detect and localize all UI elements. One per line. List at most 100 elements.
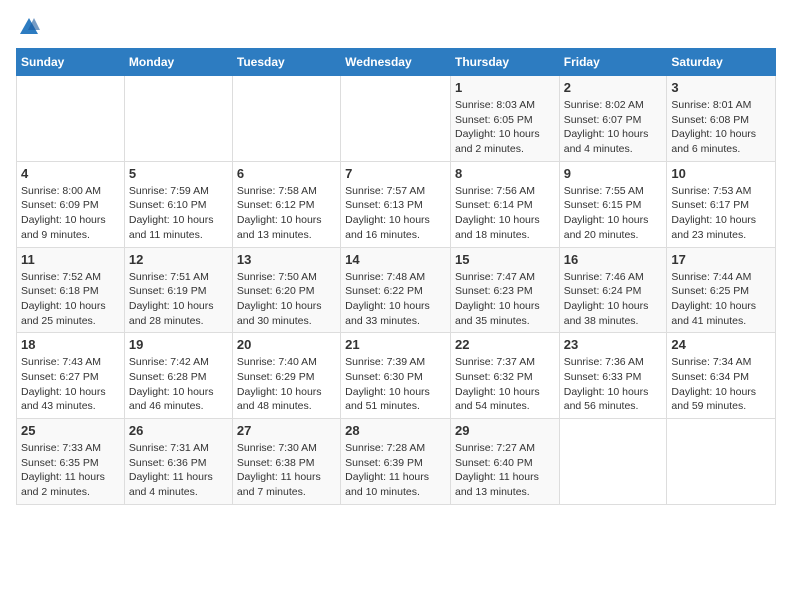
calendar-cell: 18 Sunrise: 7:43 AM Sunset: 6:27 PM Dayli…: [17, 333, 125, 419]
calendar-cell: 9Sunrise: 7:55 AM Sunset: 6:15 PM Daylig…: [559, 161, 667, 247]
calendar-cell: 12 Sunrise: 7:51 AM Sunset: 6:19 PM Dayli…: [124, 247, 232, 333]
calendar-cell: 1 Sunrise: 8:03 AM Sunset: 6:05 PM Daylig…: [450, 76, 559, 162]
calendar-cell: 8 Sunrise: 7:56 AM Sunset: 6:14 PM Daylig…: [450, 161, 559, 247]
logo-icon: [18, 16, 40, 38]
day-number: 17: [671, 252, 771, 267]
calendar-cell: [667, 419, 776, 505]
day-number: 25: [21, 423, 120, 438]
logo: [16, 16, 40, 38]
day-number: 14: [345, 252, 446, 267]
day-number: 19: [129, 337, 228, 352]
weekday-header: Saturday: [667, 49, 776, 76]
calendar-cell: [232, 76, 340, 162]
day-number: 18: [21, 337, 120, 352]
day-info: Sunrise: 7:36 AM Sunset: 6:33 PM Dayligh…: [564, 355, 663, 414]
day-info: Sunrise: 7:44 AM Sunset: 6:25 PM Dayligh…: [671, 270, 771, 329]
calendar-cell: 10 Sunrise: 7:53 AM Sunset: 6:17 PM Dayli…: [667, 161, 776, 247]
calendar-cell: 17 Sunrise: 7:44 AM Sunset: 6:25 PM Dayli…: [667, 247, 776, 333]
calendar-row: 25 Sunrise: 7:33 AM Sunset: 6:35 PM Dayli…: [17, 419, 776, 505]
calendar-body: 1 Sunrise: 8:03 AM Sunset: 6:05 PM Daylig…: [17, 76, 776, 505]
day-number: 1: [455, 80, 555, 95]
day-number: 20: [237, 337, 336, 352]
weekday-header: Tuesday: [232, 49, 340, 76]
calendar-cell: [124, 76, 232, 162]
day-number: 28: [345, 423, 446, 438]
calendar-cell: 7Sunrise: 7:57 AM Sunset: 6:13 PM Daylig…: [341, 161, 451, 247]
calendar-cell: 15 Sunrise: 7:47 AM Sunset: 6:23 PM Dayli…: [450, 247, 559, 333]
weekday-header: Thursday: [450, 49, 559, 76]
day-info: Sunrise: 7:42 AM Sunset: 6:28 PM Dayligh…: [129, 355, 228, 414]
calendar-cell: 20Sunrise: 7:40 AM Sunset: 6:29 PM Dayli…: [232, 333, 340, 419]
day-number: 21: [345, 337, 446, 352]
calendar-cell: 29Sunrise: 7:27 AM Sunset: 6:40 PM Dayli…: [450, 419, 559, 505]
day-number: 4: [21, 166, 120, 181]
calendar-cell: 5Sunrise: 7:59 AM Sunset: 6:10 PM Daylig…: [124, 161, 232, 247]
day-number: 2: [564, 80, 663, 95]
day-number: 22: [455, 337, 555, 352]
day-info: Sunrise: 7:30 AM Sunset: 6:38 PM Dayligh…: [237, 441, 336, 500]
day-number: 26: [129, 423, 228, 438]
day-number: 27: [237, 423, 336, 438]
day-number: 7: [345, 166, 446, 181]
day-number: 8: [455, 166, 555, 181]
weekday-header: Sunday: [17, 49, 125, 76]
day-info: Sunrise: 7:50 AM Sunset: 6:20 PM Dayligh…: [237, 270, 336, 329]
header: [16, 16, 776, 38]
day-info: Sunrise: 7:53 AM Sunset: 6:17 PM Dayligh…: [671, 184, 771, 243]
calendar-cell: [341, 76, 451, 162]
day-info: Sunrise: 7:33 AM Sunset: 6:35 PM Dayligh…: [21, 441, 120, 500]
day-info: Sunrise: 7:31 AM Sunset: 6:36 PM Dayligh…: [129, 441, 228, 500]
calendar-cell: 11Sunrise: 7:52 AM Sunset: 6:18 PM Dayli…: [17, 247, 125, 333]
calendar-header: SundayMondayTuesdayWednesdayThursdayFrid…: [17, 49, 776, 76]
calendar-cell: 28 Sunrise: 7:28 AM Sunset: 6:39 PM Dayli…: [341, 419, 451, 505]
calendar-cell: 2 Sunrise: 8:02 AM Sunset: 6:07 PM Daylig…: [559, 76, 667, 162]
calendar-cell: 14Sunrise: 7:48 AM Sunset: 6:22 PM Dayli…: [341, 247, 451, 333]
day-info: Sunrise: 7:56 AM Sunset: 6:14 PM Dayligh…: [455, 184, 555, 243]
day-number: 12: [129, 252, 228, 267]
day-number: 10: [671, 166, 771, 181]
calendar-cell: 19 Sunrise: 7:42 AM Sunset: 6:28 PM Dayli…: [124, 333, 232, 419]
calendar-row: 4 Sunrise: 8:00 AM Sunset: 6:09 PM Daylig…: [17, 161, 776, 247]
day-info: Sunrise: 7:47 AM Sunset: 6:23 PM Dayligh…: [455, 270, 555, 329]
day-number: 11: [21, 252, 120, 267]
calendar-cell: 6Sunrise: 7:58 AM Sunset: 6:12 PM Daylig…: [232, 161, 340, 247]
day-number: 15: [455, 252, 555, 267]
day-number: 29: [455, 423, 555, 438]
calendar-cell: [17, 76, 125, 162]
day-info: Sunrise: 8:01 AM Sunset: 6:08 PM Dayligh…: [671, 98, 771, 157]
day-info: Sunrise: 7:39 AM Sunset: 6:30 PM Dayligh…: [345, 355, 446, 414]
weekday-header: Wednesday: [341, 49, 451, 76]
calendar-cell: 26 Sunrise: 7:31 AM Sunset: 6:36 PM Dayli…: [124, 419, 232, 505]
day-info: Sunrise: 7:37 AM Sunset: 6:32 PM Dayligh…: [455, 355, 555, 414]
calendar-row: 1 Sunrise: 8:03 AM Sunset: 6:05 PM Daylig…: [17, 76, 776, 162]
day-info: Sunrise: 8:00 AM Sunset: 6:09 PM Dayligh…: [21, 184, 120, 243]
calendar-cell: 23 Sunrise: 7:36 AM Sunset: 6:33 PM Dayli…: [559, 333, 667, 419]
calendar-cell: 27 Sunrise: 7:30 AM Sunset: 6:38 PM Dayli…: [232, 419, 340, 505]
weekday-header: Monday: [124, 49, 232, 76]
day-info: Sunrise: 8:02 AM Sunset: 6:07 PM Dayligh…: [564, 98, 663, 157]
calendar-cell: 16Sunrise: 7:46 AM Sunset: 6:24 PM Dayli…: [559, 247, 667, 333]
weekday-header: Friday: [559, 49, 667, 76]
day-number: 24: [671, 337, 771, 352]
calendar-table: SundayMondayTuesdayWednesdayThursdayFrid…: [16, 48, 776, 505]
calendar-row: 11Sunrise: 7:52 AM Sunset: 6:18 PM Dayli…: [17, 247, 776, 333]
calendar-cell: 4 Sunrise: 8:00 AM Sunset: 6:09 PM Daylig…: [17, 161, 125, 247]
day-number: 3: [671, 80, 771, 95]
calendar-cell: 22 Sunrise: 7:37 AM Sunset: 6:32 PM Dayli…: [450, 333, 559, 419]
day-number: 23: [564, 337, 663, 352]
day-info: Sunrise: 7:34 AM Sunset: 6:34 PM Dayligh…: [671, 355, 771, 414]
day-number: 9: [564, 166, 663, 181]
calendar-cell: 24 Sunrise: 7:34 AM Sunset: 6:34 PM Dayli…: [667, 333, 776, 419]
day-info: Sunrise: 7:28 AM Sunset: 6:39 PM Dayligh…: [345, 441, 446, 500]
day-info: Sunrise: 7:51 AM Sunset: 6:19 PM Dayligh…: [129, 270, 228, 329]
day-info: Sunrise: 8:03 AM Sunset: 6:05 PM Dayligh…: [455, 98, 555, 157]
calendar-cell: 21 Sunrise: 7:39 AM Sunset: 6:30 PM Dayli…: [341, 333, 451, 419]
day-number: 5: [129, 166, 228, 181]
calendar-cell: 25 Sunrise: 7:33 AM Sunset: 6:35 PM Dayli…: [17, 419, 125, 505]
calendar-row: 18 Sunrise: 7:43 AM Sunset: 6:27 PM Dayli…: [17, 333, 776, 419]
weekday-row: SundayMondayTuesdayWednesdayThursdayFrid…: [17, 49, 776, 76]
day-number: 13: [237, 252, 336, 267]
calendar-cell: 13 Sunrise: 7:50 AM Sunset: 6:20 PM Dayli…: [232, 247, 340, 333]
calendar-cell: 3 Sunrise: 8:01 AM Sunset: 6:08 PM Daylig…: [667, 76, 776, 162]
day-info: Sunrise: 7:43 AM Sunset: 6:27 PM Dayligh…: [21, 355, 120, 414]
